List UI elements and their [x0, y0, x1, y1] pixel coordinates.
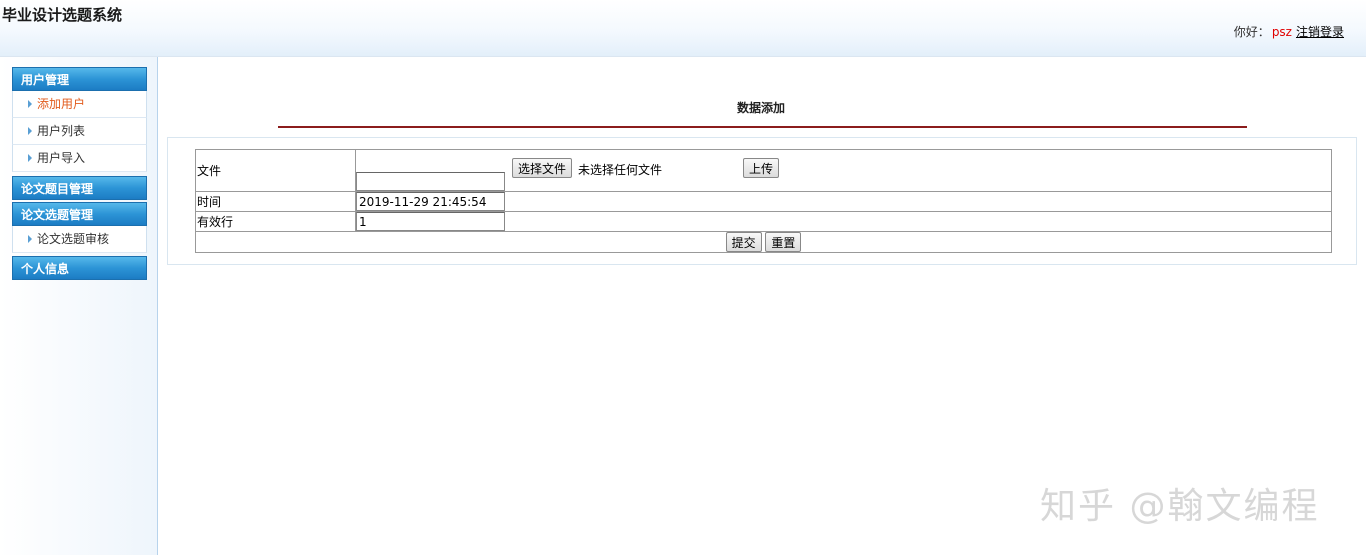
form-panel: 文件 选择文件 未选择任何文件 上传 时间 有效行	[167, 137, 1357, 265]
logout-link[interactable]: 注销登录	[1296, 25, 1344, 39]
user-area: 你好： psz 注销登录	[1234, 23, 1344, 40]
actions-cell: 提交 重置	[195, 231, 1332, 253]
sidebar-item-label: 用户列表	[37, 124, 86, 138]
data-add-form: 文件 选择文件 未选择任何文件 上传 时间 有效行	[195, 149, 1332, 253]
menu-head-user-management[interactable]: 用户管理	[12, 67, 147, 91]
greeting-label: 你好：	[1233, 25, 1270, 39]
sidebar-item-user-list[interactable]: 用户列表	[12, 118, 147, 145]
valid-rows-label: 有效行	[195, 211, 356, 232]
arrow-right-icon	[28, 100, 32, 108]
arrow-right-icon	[28, 235, 32, 243]
menu-head-personal-info[interactable]: 个人信息	[12, 256, 147, 280]
menu-group-thesis-selection-management: 论文选题管理 论文选题审核	[12, 202, 147, 253]
time-input[interactable]	[356, 192, 505, 211]
choose-file-button[interactable]: 选择文件	[512, 158, 573, 178]
arrow-right-icon	[28, 127, 32, 135]
sidebar-item-user-import[interactable]: 用户导入	[12, 145, 147, 172]
sidebar-item-label: 用户导入	[37, 151, 86, 165]
no-file-selected-text: 未选择任何文件	[578, 163, 663, 177]
file-label: 文件	[195, 149, 356, 192]
time-cell	[355, 191, 1332, 212]
form-row-valid-rows: 有效行	[195, 211, 1332, 232]
menu-group-user-management: 用户管理 添加用户 用户列表 用户导入	[12, 67, 147, 172]
page-title: 数据添加	[737, 101, 786, 115]
watermark: 知乎 @翰文编程	[1040, 486, 1320, 527]
file-cell: 选择文件 未选择任何文件 上传	[355, 149, 1332, 192]
time-label: 时间	[195, 191, 356, 212]
sidebar-item-add-user[interactable]: 添加用户	[12, 91, 147, 118]
title-divider	[278, 126, 1247, 128]
form-row-actions: 提交 重置	[195, 231, 1332, 253]
valid-rows-cell	[355, 211, 1332, 232]
menu-head-thesis-selection-management[interactable]: 论文选题管理	[12, 202, 147, 226]
reset-button[interactable]: 重置	[765, 232, 802, 252]
sidebar-item-thesis-review[interactable]: 论文选题审核	[12, 226, 147, 253]
valid-rows-input[interactable]	[356, 212, 505, 231]
submit-button[interactable]: 提交	[725, 232, 762, 252]
header: 毕业设计选题系统 你好： psz 注销登录	[0, 0, 1366, 57]
sidebar-item-label: 论文选题审核	[37, 232, 110, 246]
menu-head-thesis-topic-management[interactable]: 论文题目管理	[12, 176, 147, 200]
menu-group-thesis-topic-management: 论文题目管理	[12, 176, 147, 200]
file-path-input[interactable]	[356, 172, 505, 191]
sidebar: 用户管理 添加用户 用户列表 用户导入 论文题目管理 论文选题管理 论文选题审核…	[0, 57, 158, 555]
form-row-file: 文件 选择文件 未选择任何文件 上传	[195, 149, 1332, 192]
sidebar-item-label: 添加用户	[37, 97, 86, 111]
upload-button[interactable]: 上传	[743, 158, 780, 178]
app-title: 毕业设计选题系统	[2, 6, 123, 24]
form-row-time: 时间	[195, 191, 1332, 212]
arrow-right-icon	[28, 154, 32, 162]
menu-group-personal-info: 个人信息	[12, 256, 147, 280]
username: psz	[1271, 25, 1292, 39]
